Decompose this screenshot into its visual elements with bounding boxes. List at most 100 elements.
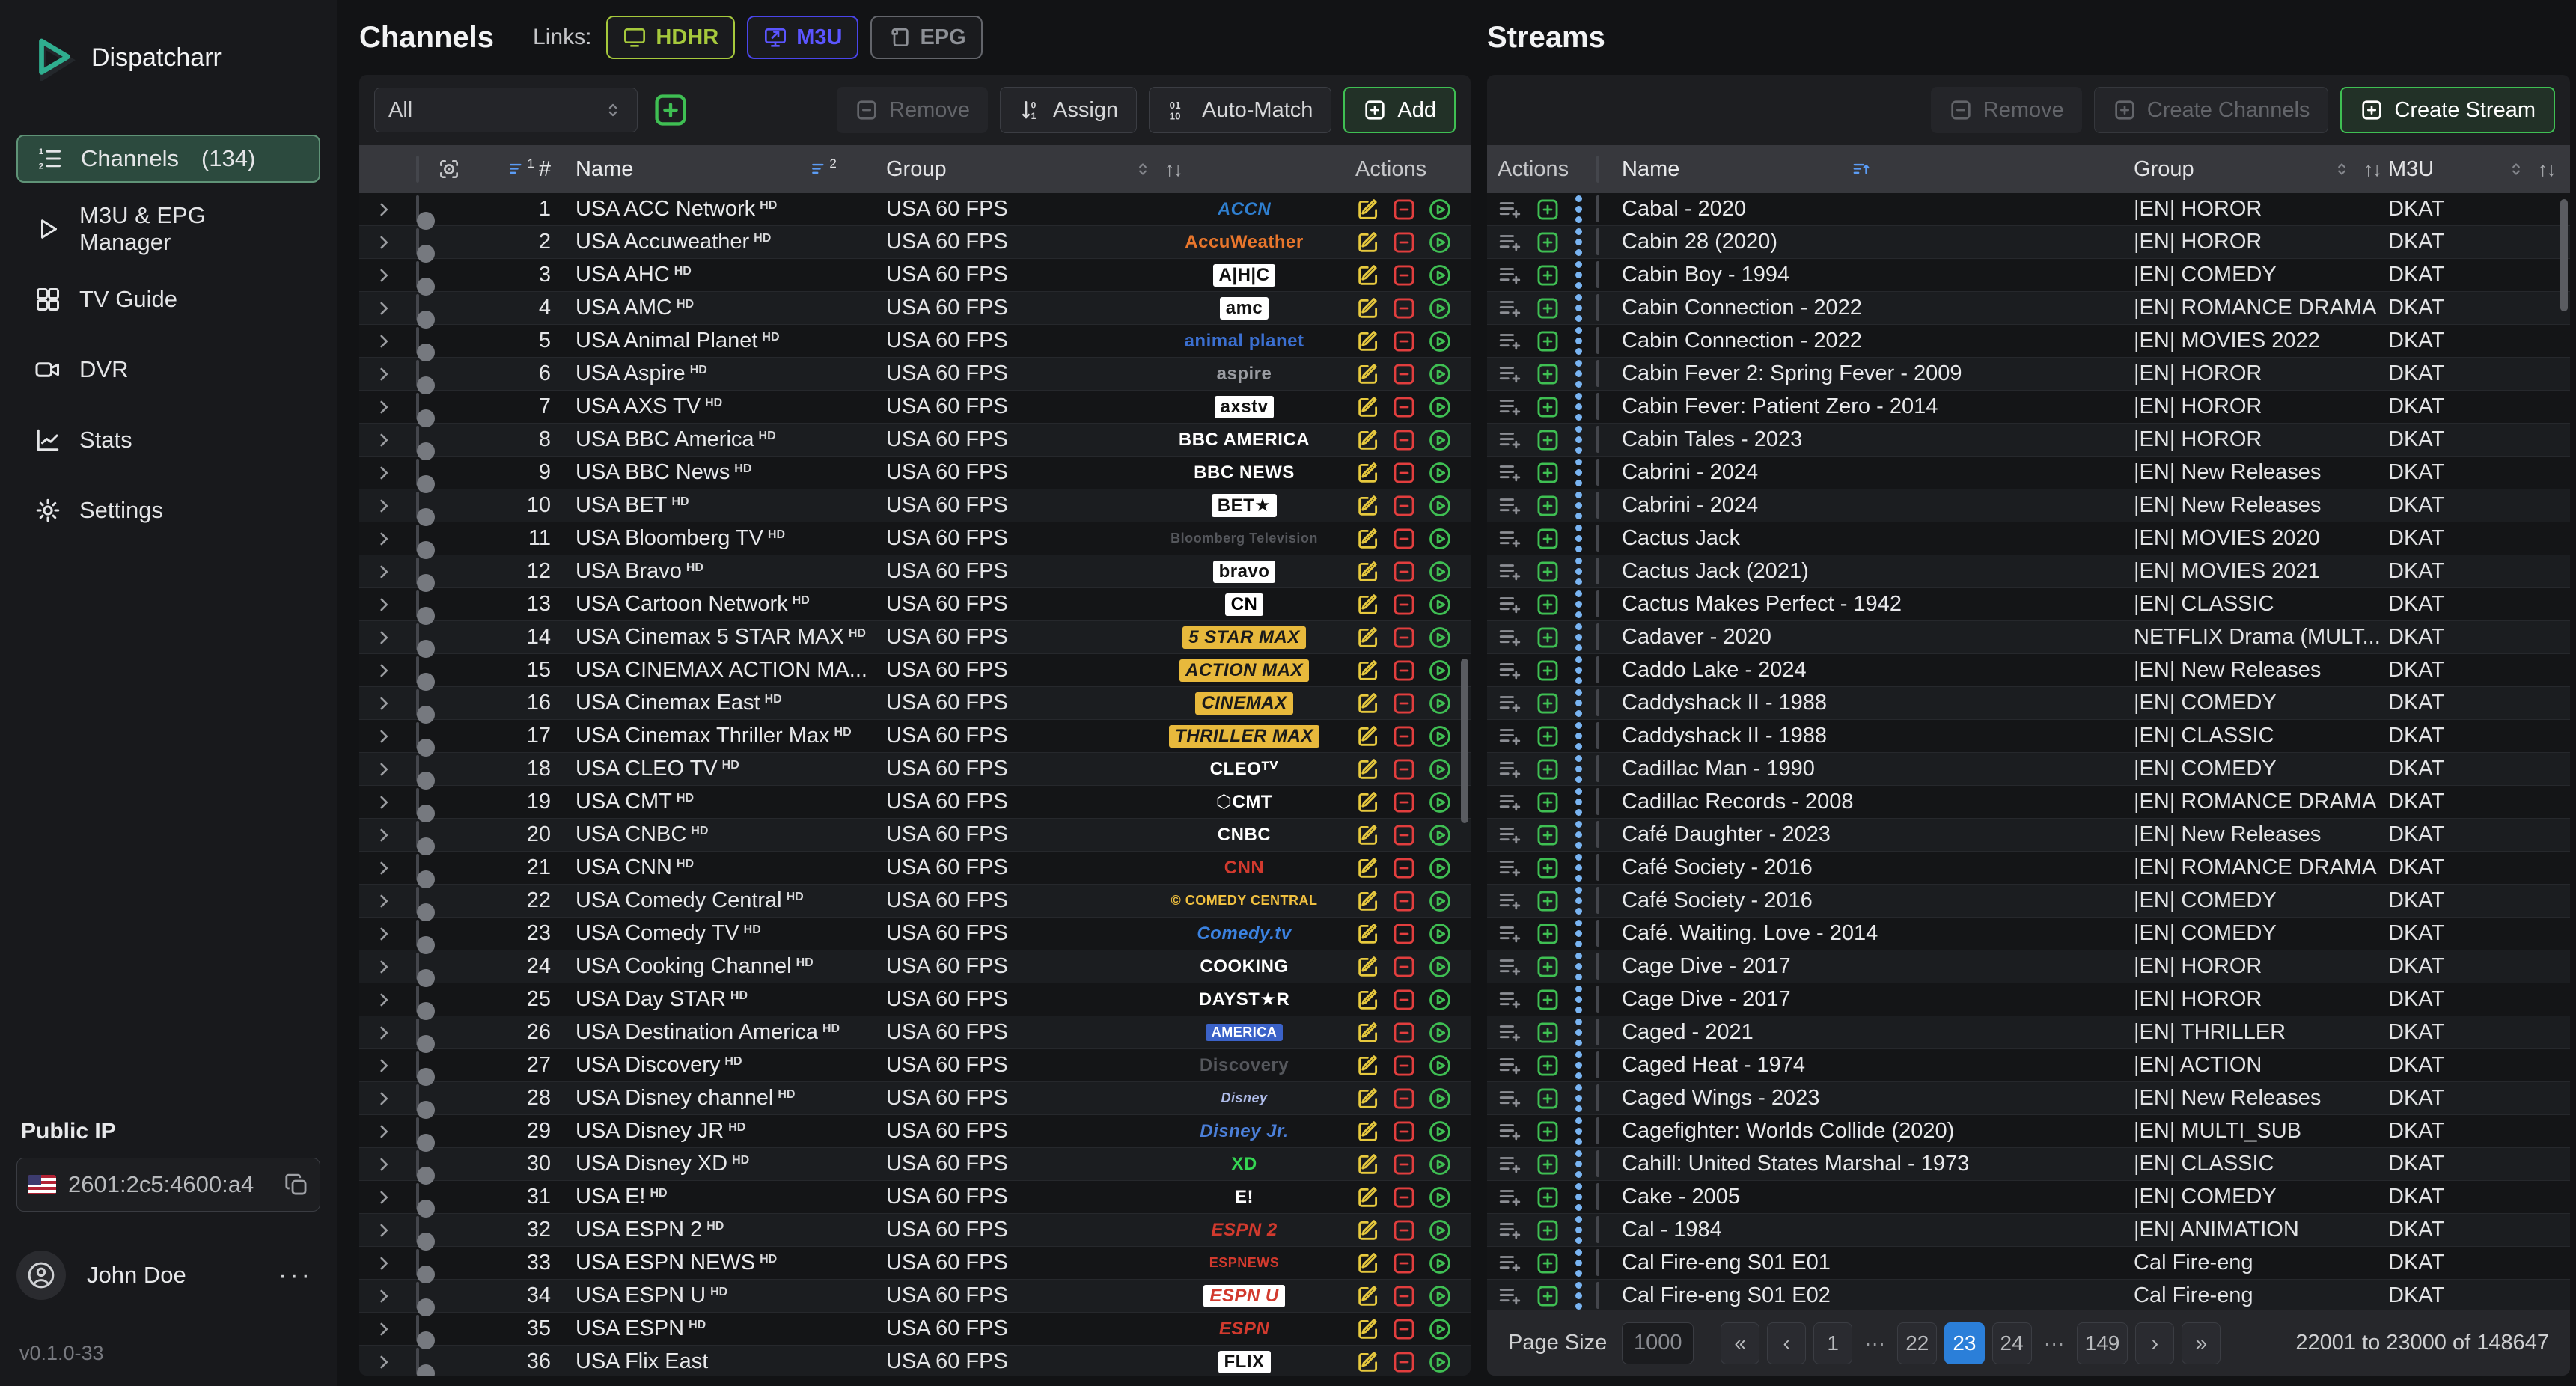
- channel-row[interactable]: 10 USA BETHD USA 60 FPS BET★: [359, 489, 1471, 522]
- preview-channel-button[interactable]: [1427, 460, 1453, 486]
- create-stream-button[interactable]: Create Stream: [2340, 87, 2555, 133]
- preview-channel-button[interactable]: [1427, 625, 1453, 650]
- create-channel-from-stream-icon[interactable]: [1535, 1251, 1560, 1276]
- channel-row[interactable]: 25 USA Day STARHD USA 60 FPS DAYST★R: [359, 983, 1471, 1016]
- stream-menu-icon[interactable]: [1575, 623, 1584, 651]
- preview-channel-button[interactable]: [1427, 559, 1453, 584]
- add-to-channel-icon[interactable]: [1498, 1020, 1524, 1045]
- create-channel-from-stream-icon[interactable]: [1535, 460, 1560, 486]
- page-button-22[interactable]: 22: [1897, 1322, 1937, 1364]
- add-to-channel-icon[interactable]: [1498, 1283, 1524, 1309]
- remove-channel-button[interactable]: [1391, 888, 1417, 914]
- channel-row[interactable]: 21 USA CNNHD USA 60 FPS CNN: [359, 852, 1471, 885]
- select-all-checkbox[interactable]: [1596, 156, 1599, 183]
- row-checkbox[interactable]: [1596, 689, 1599, 716]
- channel-row[interactable]: 28 USA Disney channelHD USA 60 FPS Disne…: [359, 1082, 1471, 1115]
- remove-channel-button[interactable]: [1391, 757, 1417, 782]
- add-to-channel-icon[interactable]: [1498, 427, 1524, 453]
- remove-channel-button[interactable]: [1391, 691, 1417, 716]
- profile-filter-select[interactable]: All: [374, 88, 638, 132]
- column-header-group[interactable]: Group ↑↓: [2134, 157, 2381, 182]
- stream-row[interactable]: Cabrini - 2024 |EN| New Releases DKAT: [1487, 489, 2570, 522]
- edit-channel-button[interactable]: [1355, 790, 1381, 815]
- create-channel-from-stream-icon[interactable]: [1535, 658, 1560, 683]
- edit-channel-button[interactable]: [1355, 592, 1381, 617]
- column-header-name[interactable]: Name 2: [576, 157, 875, 182]
- channel-row[interactable]: 16 USA Cinemax EastHD USA 60 FPS CINEMAX: [359, 687, 1471, 720]
- stream-row[interactable]: Cabin 28 (2020) |EN| HOROR DKAT: [1487, 226, 2570, 259]
- edit-channel-button[interactable]: [1355, 1020, 1381, 1045]
- channel-row[interactable]: 23 USA Comedy TVHD USA 60 FPS Comedy.tv: [359, 918, 1471, 950]
- expand-chevron-icon[interactable]: [374, 332, 397, 351]
- edit-channel-button[interactable]: [1355, 427, 1381, 453]
- edit-channel-button[interactable]: [1355, 954, 1381, 980]
- create-channel-from-stream-icon[interactable]: [1535, 888, 1560, 914]
- expand-chevron-icon[interactable]: [374, 990, 397, 1010]
- assign-button[interactable]: 01 Assign: [1000, 87, 1137, 133]
- stream-row[interactable]: Cage Dive - 2017 |EN| HOROR DKAT: [1487, 950, 2570, 983]
- edit-channel-button[interactable]: [1355, 757, 1381, 782]
- channel-row[interactable]: 14 USA Cinemax 5 STAR MAXHD USA 60 FPS 5…: [359, 621, 1471, 654]
- channel-row[interactable]: 31 USA E!HD USA 60 FPS E!: [359, 1181, 1471, 1214]
- add-to-channel-icon[interactable]: [1498, 361, 1524, 387]
- remove-channel-button[interactable]: [1391, 1218, 1417, 1243]
- preview-channel-button[interactable]: [1427, 329, 1453, 354]
- preview-channel-button[interactable]: [1427, 296, 1453, 321]
- remove-channel-button[interactable]: [1391, 493, 1417, 519]
- channel-row[interactable]: 1 USA ACC NetworkHD USA 60 FPS ACCN: [359, 193, 1471, 226]
- add-to-channel-icon[interactable]: [1498, 230, 1524, 255]
- edit-channel-button[interactable]: [1355, 460, 1381, 486]
- add-to-channel-icon[interactable]: [1498, 691, 1524, 716]
- stream-row[interactable]: Cactus Jack (2021) |EN| MOVIES 2021 DKAT: [1487, 555, 2570, 588]
- row-checkbox[interactable]: [1596, 1051, 1599, 1078]
- remove-channel-button[interactable]: [1391, 1185, 1417, 1210]
- expand-chevron-icon[interactable]: [374, 1188, 397, 1207]
- page-button-1[interactable]: 1: [1813, 1322, 1852, 1364]
- stream-menu-icon[interactable]: [1575, 722, 1584, 750]
- remove-channel-button[interactable]: [1391, 394, 1417, 420]
- stream-menu-icon[interactable]: [1575, 821, 1584, 849]
- preview-channel-button[interactable]: [1427, 790, 1453, 815]
- preview-channel-button[interactable]: [1427, 1316, 1453, 1342]
- edit-channel-button[interactable]: [1355, 658, 1381, 683]
- add-to-channel-icon[interactable]: [1498, 855, 1524, 881]
- stream-row[interactable]: Cactus Jack |EN| MOVIES 2020 DKAT: [1487, 522, 2570, 555]
- remove-channel-button[interactable]: [1391, 1316, 1417, 1342]
- channel-row[interactable]: 12 USA BravoHD USA 60 FPS bravo: [359, 555, 1471, 588]
- add-to-channel-icon[interactable]: [1498, 822, 1524, 848]
- preview-channel-button[interactable]: [1427, 361, 1453, 387]
- preview-channel-button[interactable]: [1427, 197, 1453, 222]
- select-all-checkbox[interactable]: [416, 156, 419, 183]
- edit-channel-button[interactable]: [1355, 1349, 1381, 1375]
- edit-channel-button[interactable]: [1355, 1086, 1381, 1111]
- page-button-23-active[interactable]: 23: [1944, 1322, 1984, 1364]
- remove-channel-button[interactable]: [1391, 790, 1417, 815]
- expand-chevron-icon[interactable]: [374, 1023, 397, 1042]
- add-to-channel-icon[interactable]: [1498, 296, 1524, 321]
- remove-channel-button[interactable]: [1391, 230, 1417, 255]
- remove-channel-button[interactable]: [1391, 658, 1417, 683]
- preview-channel-button[interactable]: [1427, 724, 1453, 749]
- row-checkbox[interactable]: [1596, 656, 1599, 683]
- preview-channel-button[interactable]: [1427, 230, 1453, 255]
- channel-row[interactable]: 8 USA BBC AmericaHD USA 60 FPS BBC AMERI…: [359, 424, 1471, 457]
- stream-row[interactable]: Cal - 1984 |EN| ANIMATION DKAT: [1487, 1214, 2570, 1247]
- stream-menu-icon[interactable]: [1575, 986, 1584, 1013]
- create-channel-from-stream-icon[interactable]: [1535, 197, 1560, 222]
- preview-channel-button[interactable]: [1427, 921, 1453, 947]
- stream-menu-icon[interactable]: [1575, 459, 1584, 486]
- stream-menu-icon[interactable]: [1575, 854, 1584, 882]
- create-channel-from-stream-icon[interactable]: [1535, 625, 1560, 650]
- remove-channel-button[interactable]: [1391, 1119, 1417, 1144]
- create-channel-from-stream-icon[interactable]: [1535, 822, 1560, 848]
- channel-row[interactable]: 3 USA AHCHD USA 60 FPS A|H|C: [359, 259, 1471, 292]
- create-channel-from-stream-icon[interactable]: [1535, 296, 1560, 321]
- add-profile-button[interactable]: [651, 91, 690, 129]
- row-checkbox[interactable]: [1596, 1150, 1599, 1177]
- preview-channel-button[interactable]: [1427, 394, 1453, 420]
- row-checkbox[interactable]: [1596, 788, 1599, 815]
- create-channel-from-stream-icon[interactable]: [1535, 263, 1560, 288]
- row-checkbox[interactable]: [1596, 459, 1599, 486]
- stream-row[interactable]: Café. Waiting. Love - 2014 |EN| COMEDY D…: [1487, 918, 2570, 950]
- add-channel-button[interactable]: Add: [1343, 87, 1456, 133]
